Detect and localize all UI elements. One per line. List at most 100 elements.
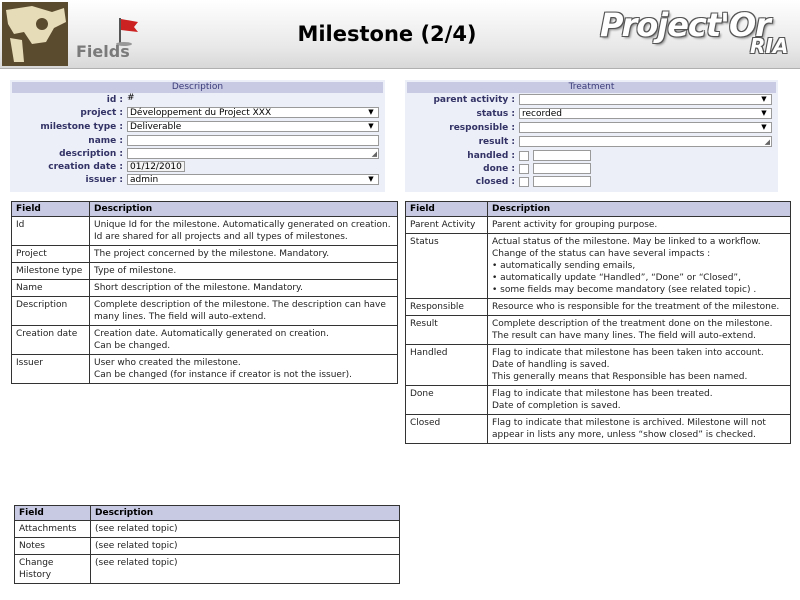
description-textarea[interactable]: ◢ bbox=[127, 148, 379, 159]
dropdown-arrow-icon[interactable]: ▼ bbox=[364, 108, 378, 117]
field-row-id: id : # bbox=[10, 93, 385, 106]
responsible-select[interactable]: ▼ bbox=[519, 122, 772, 133]
field-name-cell: Closed bbox=[405, 414, 488, 444]
done-date-input[interactable] bbox=[533, 163, 591, 174]
field-label: done : bbox=[483, 164, 515, 174]
field-row-closed: closed : bbox=[405, 176, 778, 188]
project-select[interactable]: Développement du Project XXX ▼ bbox=[127, 107, 379, 118]
table-row: Project The project concerned by the mil… bbox=[11, 245, 398, 263]
done-checkbox[interactable] bbox=[519, 164, 529, 174]
field-name-cell: Issuer bbox=[11, 354, 90, 384]
field-label: parent activity : bbox=[433, 95, 515, 105]
field-description-cell: The project concerned by the milestone. … bbox=[89, 245, 398, 263]
description-fields-table: Field Description Id Unique Id for the m… bbox=[11, 201, 398, 384]
description-line: Parent activity for grouping purpose. bbox=[492, 220, 658, 230]
field-name-cell: Name bbox=[11, 279, 90, 297]
field-row-parent-activity: parent activity : ▼ bbox=[405, 94, 778, 106]
description-line: Flag to indicate that milestone is archi… bbox=[492, 418, 766, 440]
field-label: project : bbox=[80, 108, 123, 118]
field-description-cell: Creation date. Automatically generated o… bbox=[89, 325, 398, 355]
field-row-responsible: responsible : ▼ bbox=[405, 122, 778, 134]
description-line: The project concerned by the milestone. … bbox=[94, 249, 330, 259]
dropdown-arrow-icon[interactable]: ▼ bbox=[364, 122, 378, 131]
table-row: Handled Flag to indicate that milestone … bbox=[405, 344, 791, 386]
name-input[interactable] bbox=[127, 135, 379, 146]
field-name-cell: Change History bbox=[14, 554, 91, 584]
milestone-type-select[interactable]: Deliverable ▼ bbox=[127, 121, 379, 132]
field-description-cell: Actual status of the milestone. May be l… bbox=[487, 233, 791, 299]
table-row: Result Complete description of the treat… bbox=[405, 315, 791, 345]
treatment-panel-title: Treatment bbox=[407, 82, 776, 93]
description-line: This generally means that Responsible ha… bbox=[492, 372, 748, 382]
table-header-row: Field Description bbox=[14, 505, 400, 521]
field-label: creation date : bbox=[48, 162, 123, 172]
description-panel: Description id : # project : Développeme… bbox=[10, 80, 385, 192]
table-row: Responsible Resource who is responsible … bbox=[405, 298, 791, 316]
handled-checkbox[interactable] bbox=[519, 151, 529, 161]
field-name-cell: Id bbox=[11, 216, 90, 246]
field-label: status : bbox=[476, 109, 515, 119]
milestone-type-value: Deliverable bbox=[130, 122, 182, 132]
field-row-result: result : ◢ bbox=[405, 136, 778, 148]
table-row: Description Complete description of the … bbox=[11, 296, 398, 326]
field-name-cell: Status bbox=[405, 233, 488, 299]
closed-date-input[interactable] bbox=[533, 176, 591, 187]
status-select-value: recorded bbox=[522, 109, 562, 119]
description-line: Unique Id for the milestone. Automatical… bbox=[94, 220, 391, 230]
field-label: issuer : bbox=[85, 175, 123, 185]
table-row: Status Actual status of the milestone. M… bbox=[405, 233, 791, 299]
issuer-select-value: admin bbox=[130, 175, 159, 185]
parent-activity-select[interactable]: ▼ bbox=[519, 94, 772, 105]
field-description-cell: Unique Id for the milestone. Automatical… bbox=[89, 216, 398, 246]
description-line: Id are shared for all projects and all t… bbox=[94, 232, 348, 242]
issuer-select[interactable]: admin ▼ bbox=[127, 174, 379, 185]
table-row: Closed Flag to indicate that milestone i… bbox=[405, 414, 791, 444]
table-row: Attachments (see related topic) bbox=[14, 520, 400, 538]
dropdown-arrow-icon[interactable]: ▼ bbox=[757, 109, 771, 118]
field-row-status: status : recorded ▼ bbox=[405, 108, 778, 120]
resize-grip-icon[interactable]: ◢ bbox=[765, 139, 770, 146]
dropdown-arrow-icon[interactable]: ▼ bbox=[757, 123, 771, 132]
dropdown-arrow-icon[interactable]: ▼ bbox=[364, 175, 378, 184]
table-row: Milestone type Type of milestone. bbox=[11, 262, 398, 280]
table-row: Name Short description of the milestone.… bbox=[11, 279, 398, 297]
description-line: Type of milestone. bbox=[94, 266, 177, 276]
description-line: • some fields may become mandatory (see … bbox=[492, 285, 757, 295]
field-row-issuer: issuer : admin ▼ bbox=[10, 174, 385, 186]
closed-checkbox[interactable] bbox=[519, 177, 529, 187]
field-label: result : bbox=[478, 137, 515, 147]
handled-date-input[interactable] bbox=[533, 150, 591, 161]
description-line: Creation date. Automatically generated o… bbox=[94, 329, 329, 339]
resize-grip-icon[interactable]: ◢ bbox=[372, 151, 377, 158]
description-line: Can be changed. bbox=[94, 341, 171, 351]
brand-logo: Project'Or RIA bbox=[600, 4, 796, 62]
table-row: Creation date Creation date. Automatical… bbox=[11, 325, 398, 355]
dropdown-arrow-icon[interactable]: ▼ bbox=[757, 95, 771, 104]
column-header: Description bbox=[89, 201, 398, 217]
column-header: Field bbox=[405, 201, 488, 217]
field-row-project: project : Développement du Project XXX ▼ bbox=[10, 107, 385, 119]
description-line: Flag to indicate that milestone has been… bbox=[492, 389, 713, 399]
field-label: description : bbox=[59, 149, 123, 159]
description-line: Complete description of the treatment do… bbox=[492, 319, 773, 329]
creation-date-input[interactable]: 01/12/2010 bbox=[127, 161, 185, 172]
description-line: Resource who is responsible for the trea… bbox=[492, 302, 780, 312]
status-select[interactable]: recorded ▼ bbox=[519, 108, 772, 119]
description-line: • automatically sending emails, bbox=[492, 261, 636, 271]
field-row-milestone-type: milestone type : Deliverable ▼ bbox=[10, 121, 385, 133]
field-row-description: description : ◢ bbox=[10, 148, 385, 160]
field-description-cell: Resource who is responsible for the trea… bbox=[487, 298, 791, 316]
field-description-cell: Flag to indicate that milestone is archi… bbox=[487, 414, 791, 444]
field-row-name: name : bbox=[10, 135, 385, 147]
result-textarea[interactable]: ◢ bbox=[519, 136, 772, 147]
description-line: User who created the milestone. bbox=[94, 358, 241, 368]
description-line: Short description of the milestone. Mand… bbox=[94, 283, 303, 293]
field-label: handled : bbox=[467, 151, 515, 161]
field-description-cell: (see related topic) bbox=[90, 537, 400, 555]
field-row-handled: handled : bbox=[405, 150, 778, 162]
table-row: Change History (see related topic) bbox=[14, 554, 400, 584]
description-line: Date of handling is saved. bbox=[492, 360, 610, 370]
table-row: Issuer User who created the milestone. C… bbox=[11, 354, 398, 384]
field-row-done: done : bbox=[405, 163, 778, 175]
description-line: Actual status of the milestone. May be l… bbox=[492, 237, 761, 247]
